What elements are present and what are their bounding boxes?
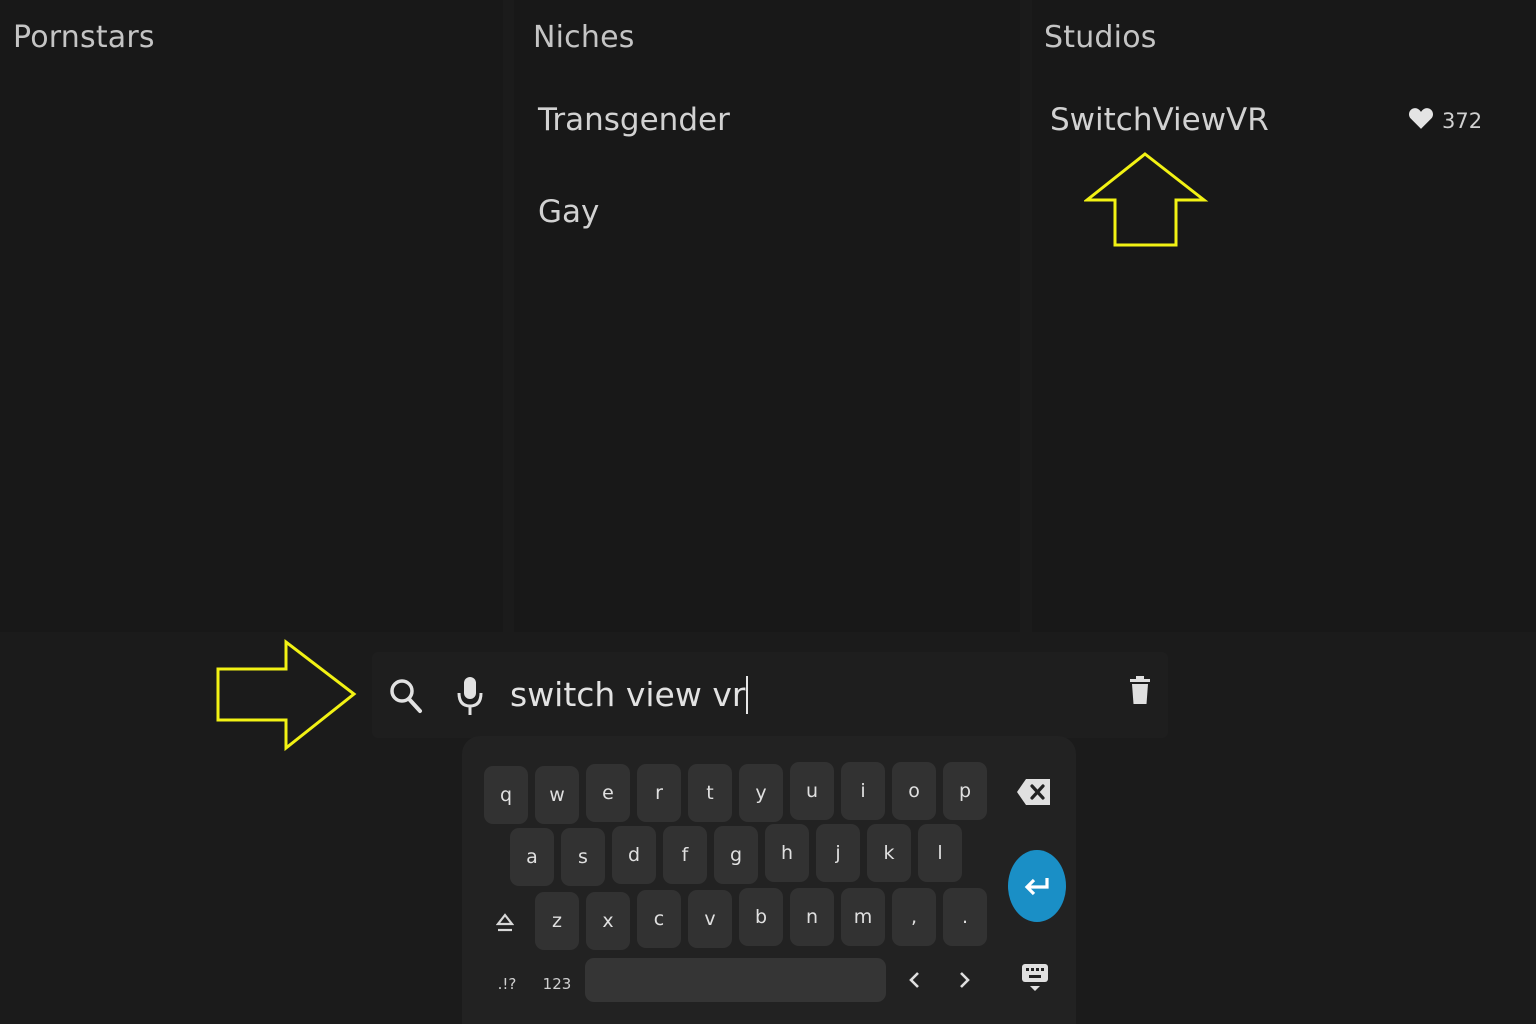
key-r[interactable]: r xyxy=(637,764,681,822)
text-caret xyxy=(746,676,749,714)
key-comma[interactable]: , xyxy=(892,888,936,946)
annotation-arrow-up xyxy=(1084,152,1209,247)
key-n[interactable]: n xyxy=(790,888,834,946)
key-v[interactable]: v xyxy=(688,890,732,948)
key-m[interactable]: m xyxy=(841,888,885,946)
space-key[interactable] xyxy=(585,958,886,1002)
key-y[interactable]: y xyxy=(739,764,783,822)
key-f[interactable]: f xyxy=(663,826,707,884)
key-j[interactable]: j xyxy=(816,824,860,882)
niche-result-transgender[interactable]: Transgender xyxy=(538,102,730,138)
mic-icon[interactable] xyxy=(450,676,490,716)
key-s[interactable]: s xyxy=(561,828,605,886)
backspace-icon[interactable] xyxy=(1010,766,1058,818)
key-t[interactable]: t xyxy=(688,764,732,822)
key-g[interactable]: g xyxy=(714,826,758,884)
key-q[interactable]: q xyxy=(484,766,528,824)
key-i[interactable]: i xyxy=(841,762,885,820)
shift-icon[interactable] xyxy=(490,908,520,938)
key-b[interactable]: b xyxy=(739,888,783,946)
niches-column-title: Niches xyxy=(533,20,635,55)
key-k[interactable]: k xyxy=(867,824,911,882)
key-u[interactable]: u xyxy=(790,762,834,820)
key-z[interactable]: z xyxy=(535,892,579,950)
key-x[interactable]: x xyxy=(586,892,630,950)
pornstars-column-title: Pornstars xyxy=(13,20,155,55)
virtual-keyboard: q w e r t y u i o p a s d f g h j k l z … xyxy=(462,736,1076,1024)
trash-icon[interactable] xyxy=(1120,670,1160,710)
key-period[interactable]: . xyxy=(943,888,987,946)
search-input-value: switch view vr xyxy=(510,675,746,714)
search-input[interactable]: switch view vr xyxy=(510,670,1090,720)
studio-likes: 372 xyxy=(1408,106,1482,135)
hide-keyboard-icon[interactable] xyxy=(1018,962,1052,994)
studios-column-title: Studios xyxy=(1044,20,1157,55)
key-l[interactable]: l xyxy=(918,824,962,882)
enter-key[interactable] xyxy=(1008,850,1066,922)
heart-icon xyxy=(1408,106,1434,135)
studios-column: Studios SwitchViewVR 372 xyxy=(1032,0,1536,632)
cursor-right-icon[interactable] xyxy=(953,968,977,992)
likes-count: 372 xyxy=(1442,108,1483,133)
niches-column: Niches Transgender Gay xyxy=(514,0,1020,632)
key-o[interactable]: o xyxy=(892,762,936,820)
key-d[interactable]: d xyxy=(612,826,656,884)
niche-result-gay[interactable]: Gay xyxy=(538,194,599,230)
key-p[interactable]: p xyxy=(943,762,987,820)
key-a[interactable]: a xyxy=(510,828,554,886)
key-w[interactable]: w xyxy=(535,766,579,824)
cursor-left-icon[interactable] xyxy=(902,968,926,992)
pornstars-column: Pornstars xyxy=(0,0,503,632)
studio-result-switchviewvr[interactable]: SwitchViewVR xyxy=(1050,102,1269,138)
search-icon[interactable] xyxy=(386,676,426,716)
numbers-key[interactable]: 123 xyxy=(540,972,574,996)
key-e[interactable]: e xyxy=(586,764,630,822)
annotation-arrow-right xyxy=(216,638,357,752)
symbols-key[interactable]: .!? xyxy=(490,972,524,996)
key-c[interactable]: c xyxy=(637,890,681,948)
search-bar: switch view vr xyxy=(372,652,1168,738)
key-h[interactable]: h xyxy=(765,824,809,882)
enter-icon xyxy=(1024,878,1049,896)
